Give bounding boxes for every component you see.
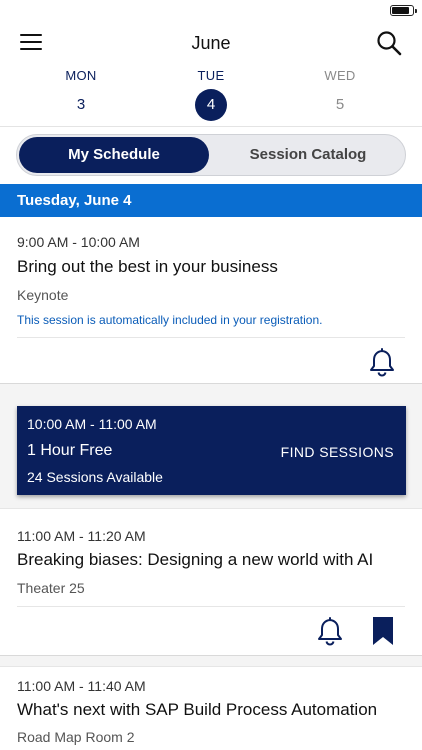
search-icon[interactable] — [376, 30, 402, 56]
session-card[interactable]: 9:00 AM - 10:00 AM Bring out the best in… — [0, 217, 422, 383]
divider — [0, 126, 422, 127]
sessions-available-count: 24 Sessions Available — [27, 469, 163, 485]
session-time: 11:00 AM - 11:20 AM — [17, 528, 146, 544]
day-monday[interactable]: MON 3 — [41, 68, 121, 121]
day-tuesday[interactable]: TUE 4 — [171, 68, 251, 121]
session-card[interactable]: 11:00 AM - 11:40 AM What's next with SAP… — [0, 667, 422, 750]
tab-my-schedule[interactable]: My Schedule — [19, 137, 209, 173]
session-card[interactable]: 11:00 AM - 11:20 AM Breaking biases: Des… — [0, 510, 422, 655]
free-time-label: 1 Hour Free — [27, 442, 113, 459]
free-time-block[interactable]: 10:00 AM - 11:00 AM 1 Hour Free 24 Sessi… — [17, 406, 406, 495]
day-of-week: TUE — [197, 68, 225, 83]
session-note: This session is automatically included i… — [17, 313, 323, 327]
bell-icon[interactable] — [316, 616, 344, 646]
day-wednesday[interactable]: WED 5 — [300, 68, 380, 121]
month-title: June — [191, 33, 231, 53]
bell-icon[interactable] — [368, 347, 396, 377]
date-header-label: Tuesday, June 4 — [17, 192, 132, 209]
divider — [17, 606, 405, 607]
session-location: Theater 25 — [17, 580, 85, 596]
day-strip: MON 3 TUE 4 WED 5 — [0, 68, 422, 126]
date-section-header: Tuesday, June 4 — [0, 184, 422, 217]
session-time: 11:00 AM - 11:40 AM — [17, 678, 146, 694]
schedule-segmented-control: My Schedule Session Catalog — [16, 134, 406, 176]
bookmark-icon[interactable] — [371, 616, 399, 645]
day-number: 5 — [335, 96, 345, 113]
find-sessions-button[interactable]: FIND SESSIONS — [281, 444, 394, 460]
day-of-week: WED — [324, 68, 356, 83]
day-of-week: MON — [65, 68, 97, 83]
divider — [17, 337, 405, 338]
top-bar: June — [0, 22, 422, 66]
status-bar — [0, 0, 422, 22]
day-number: 3 — [76, 96, 86, 113]
tab-session-catalog[interactable]: Session Catalog — [213, 137, 403, 173]
session-title: Bring out the best in your business — [17, 257, 278, 276]
session-title: Breaking biases: Designing a new world w… — [17, 550, 374, 569]
session-time: 9:00 AM - 10:00 AM — [17, 234, 140, 250]
battery-icon — [390, 5, 417, 16]
free-time-range: 10:00 AM - 11:00 AM — [27, 416, 157, 432]
session-title: What's next with SAP Build Process Autom… — [17, 700, 378, 719]
session-location: Road Map Room 2 — [17, 729, 135, 745]
day-number-selected: 4 — [195, 89, 227, 121]
session-location: Keynote — [17, 287, 69, 303]
gap — [0, 655, 422, 667]
